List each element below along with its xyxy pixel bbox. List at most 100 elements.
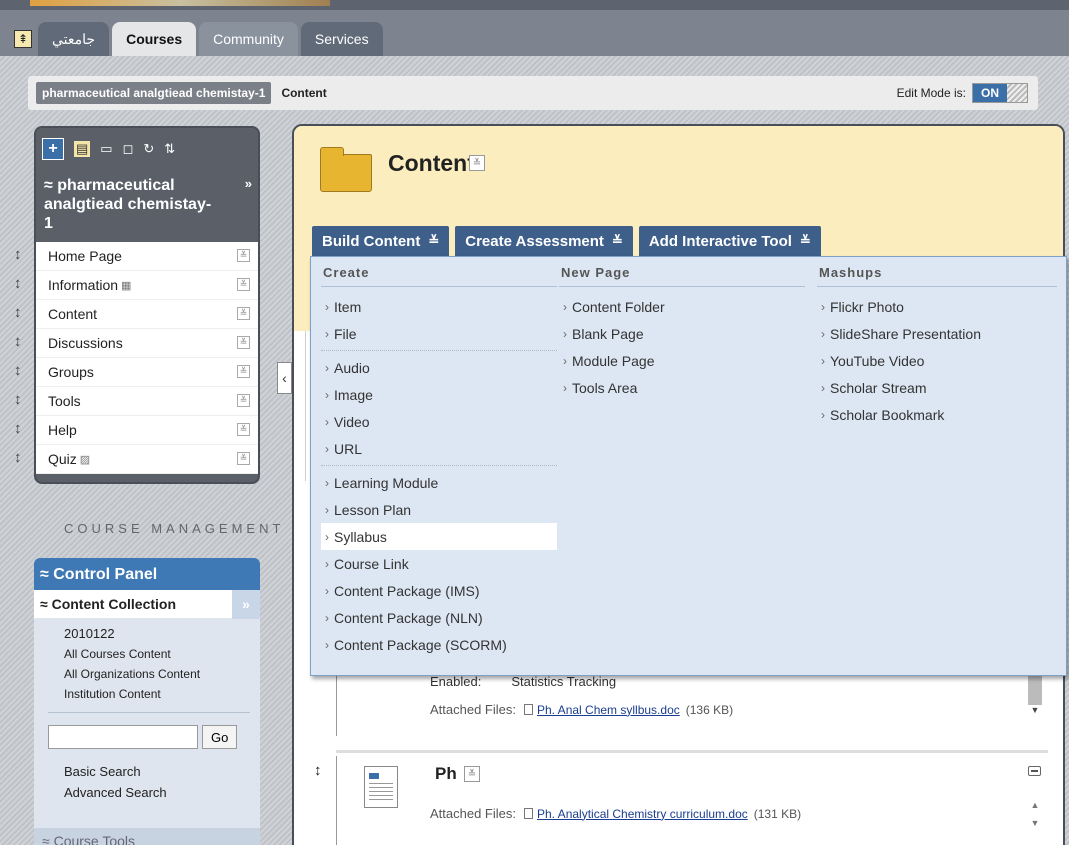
dd-item-learning-module[interactable]: › Learning Module [321,469,557,496]
create-assessment-button[interactable]: Create Assessment ≚ [455,226,633,256]
cc-link-2010122[interactable]: 2010122 [34,618,260,644]
tab-community[interactable]: Community [199,22,298,56]
course-menu-item-help[interactable]: Help ≚ [36,416,258,445]
arrow-icon: › [563,353,567,368]
dd-item-label: Flickr Photo [830,298,904,315]
tab-services[interactable]: Services [300,22,383,56]
drag-handle-icon[interactable]: ↕ [314,762,322,779]
attached-file-link[interactable]: Ph. Analytical Chemistry curriculum.doc [537,807,748,821]
edit-mode-toggle[interactable]: ON [972,83,1028,103]
dd-item-youtube-video[interactable]: › YouTube Video [817,347,1057,374]
attached-file-link[interactable]: Ph. Anal Chem syllbus.doc [537,703,680,717]
course-tools-header[interactable]: ≈ Course Tools [34,828,260,845]
dd-item-file[interactable]: › File [321,320,557,347]
dd-item-syllabus[interactable]: › Syllabus [321,523,557,550]
dd-item-image[interactable]: › Image [321,381,557,408]
scrollbar-thumb[interactable] [1028,671,1042,705]
go-button[interactable]: Go [202,725,238,749]
course-menu-title[interactable]: ≈ pharmaceutical analgtiead chemistay-1 [44,176,214,233]
dd-item-url[interactable]: › URL [321,435,557,462]
drag-handle-icon[interactable]: ↕ [14,443,22,472]
dd-item-tools-area[interactable]: › Tools Area [559,374,805,401]
dd-item-label: Item [334,298,362,315]
drag-handle-icon[interactable]: ↕ [14,385,22,414]
scrollbar[interactable]: ▲ ▼ [1028,796,1042,832]
control-panel-header[interactable]: ≈ Control Panel [34,558,260,590]
reorder-icon[interactable]: ⇅ [164,141,175,157]
folder-view-icon[interactable]: ▭ [100,141,112,157]
tab-courses[interactable]: Courses [112,22,197,56]
chevron-down-icon[interactable]: ≚ [237,278,250,291]
drag-handle-icon[interactable]: ↕ [14,298,22,327]
advanced-search-link[interactable]: Advanced Search [34,782,260,803]
chevron-down-icon[interactable]: ≚ [237,336,250,349]
dd-item-video[interactable]: › Video [321,408,557,435]
basic-search-link[interactable]: Basic Search [34,761,260,782]
dd-item-audio[interactable]: › Audio [321,354,557,381]
home-icon[interactable]: ⇞ [14,30,32,48]
breadcrumb-course[interactable]: pharmaceutical analgtiead chemistay-1 [36,82,272,104]
dd-item-flickr-photo[interactable]: › Flickr Photo [817,293,1057,320]
dd-item-item[interactable]: › Item [321,293,557,320]
dd-item-lesson-plan[interactable]: › Lesson Plan [321,496,557,523]
arrow-icon: › [325,637,329,652]
course-menu-item-home-page[interactable]: Home Page ≚ [36,242,258,271]
course-menu-item-groups[interactable]: Groups ≚ [36,358,258,387]
edit-mode-off-pattern[interactable] [1007,84,1027,102]
expand-icon[interactable]: » [232,590,260,619]
add-interactive-tool-label: Add Interactive Tool [648,232,792,250]
dd-item-content-package-scorm[interactable]: › Content Package (SCORM) [321,631,557,658]
scrollbar[interactable]: ▼ [1028,671,1042,731]
dd-item-slideshare[interactable]: › SlideShare Presentation [817,320,1057,347]
chevron-down-icon[interactable]: ≚ [237,452,250,465]
drag-handle-icon[interactable]: ↕ [14,240,22,269]
chevron-down-icon[interactable]: ≚ [237,365,250,378]
cc-link-all-courses[interactable]: All Courses Content [34,644,260,664]
dd-item-content-package-ims[interactable]: › Content Package (IMS) [321,577,557,604]
course-menu-item-quiz[interactable]: Quiz ▨ ≚ [36,445,258,474]
content-item-title[interactable]: Ph [435,764,457,784]
drag-handle-icon[interactable]: ↕ [14,356,22,385]
tab-my-university[interactable]: جامعتي [38,22,110,56]
dd-item-course-link[interactable]: › Course Link [321,550,557,577]
dd-item-label: Content Package (NLN) [334,609,483,626]
minimize-icon[interactable] [1028,766,1041,776]
add-menu-item-button[interactable]: + [42,138,64,160]
dd-item-content-package-nln[interactable]: › Content Package (NLN) [321,604,557,631]
cc-link-institution[interactable]: Institution Content [34,684,260,704]
refresh-icon[interactable]: ↻ [143,141,154,157]
content-collection-header[interactable]: ≈ Content Collection » [34,590,260,619]
scroll-down-icon[interactable]: ▼ [1028,814,1042,832]
dd-item-content-folder[interactable]: › Content Folder [559,293,805,320]
build-content-button[interactable]: Build Content ≚ [312,226,450,256]
dd-item-scholar-bookmark[interactable]: › Scholar Bookmark [817,401,1057,428]
chevron-down-icon[interactable]: ≚ [237,423,250,436]
new-window-icon[interactable]: ◻ [123,141,134,157]
chevron-down-icon[interactable]: ≚ [464,766,480,782]
course-menu-item-content[interactable]: Content ≚ [36,300,258,329]
drag-handle-icon[interactable]: ↕ [14,414,22,443]
drag-handle-icon[interactable]: ↕ [14,327,22,356]
chevron-down-icon[interactable]: ≚ [237,249,250,262]
chevron-down-icon[interactable]: ≚ [469,155,485,171]
chevron-down-icon[interactable]: ≚ [237,307,250,320]
list-view-icon[interactable]: ▤ [74,141,91,157]
dd-item-label: Image [334,386,373,403]
edit-mode-value[interactable]: ON [973,84,1007,102]
arrow-icon: › [325,326,329,341]
collapse-menu-arrow-icon[interactable]: ‹ [277,362,292,394]
drag-handle-icon[interactable]: ↕ [14,269,22,298]
scroll-up-icon[interactable]: ▲ [1028,796,1042,814]
cc-link-all-organizations[interactable]: All Organizations Content [34,664,260,684]
add-interactive-tool-button[interactable]: Add Interactive Tool ≚ [638,226,821,256]
course-menu-item-discussions[interactable]: Discussions ≚ [36,329,258,358]
course-menu-item-tools[interactable]: Tools ≚ [36,387,258,416]
search-input[interactable] [48,725,198,749]
dd-item-blank-page[interactable]: › Blank Page [559,320,805,347]
chevron-down-icon[interactable]: ≚ [237,394,250,407]
expand-menu-icon[interactable]: » [245,176,252,191]
scroll-down-icon[interactable]: ▼ [1028,705,1042,715]
dd-item-module-page[interactable]: › Module Page [559,347,805,374]
course-menu-item-information[interactable]: Information ▦ ≚ [36,271,258,300]
dd-item-scholar-stream[interactable]: › Scholar Stream [817,374,1057,401]
